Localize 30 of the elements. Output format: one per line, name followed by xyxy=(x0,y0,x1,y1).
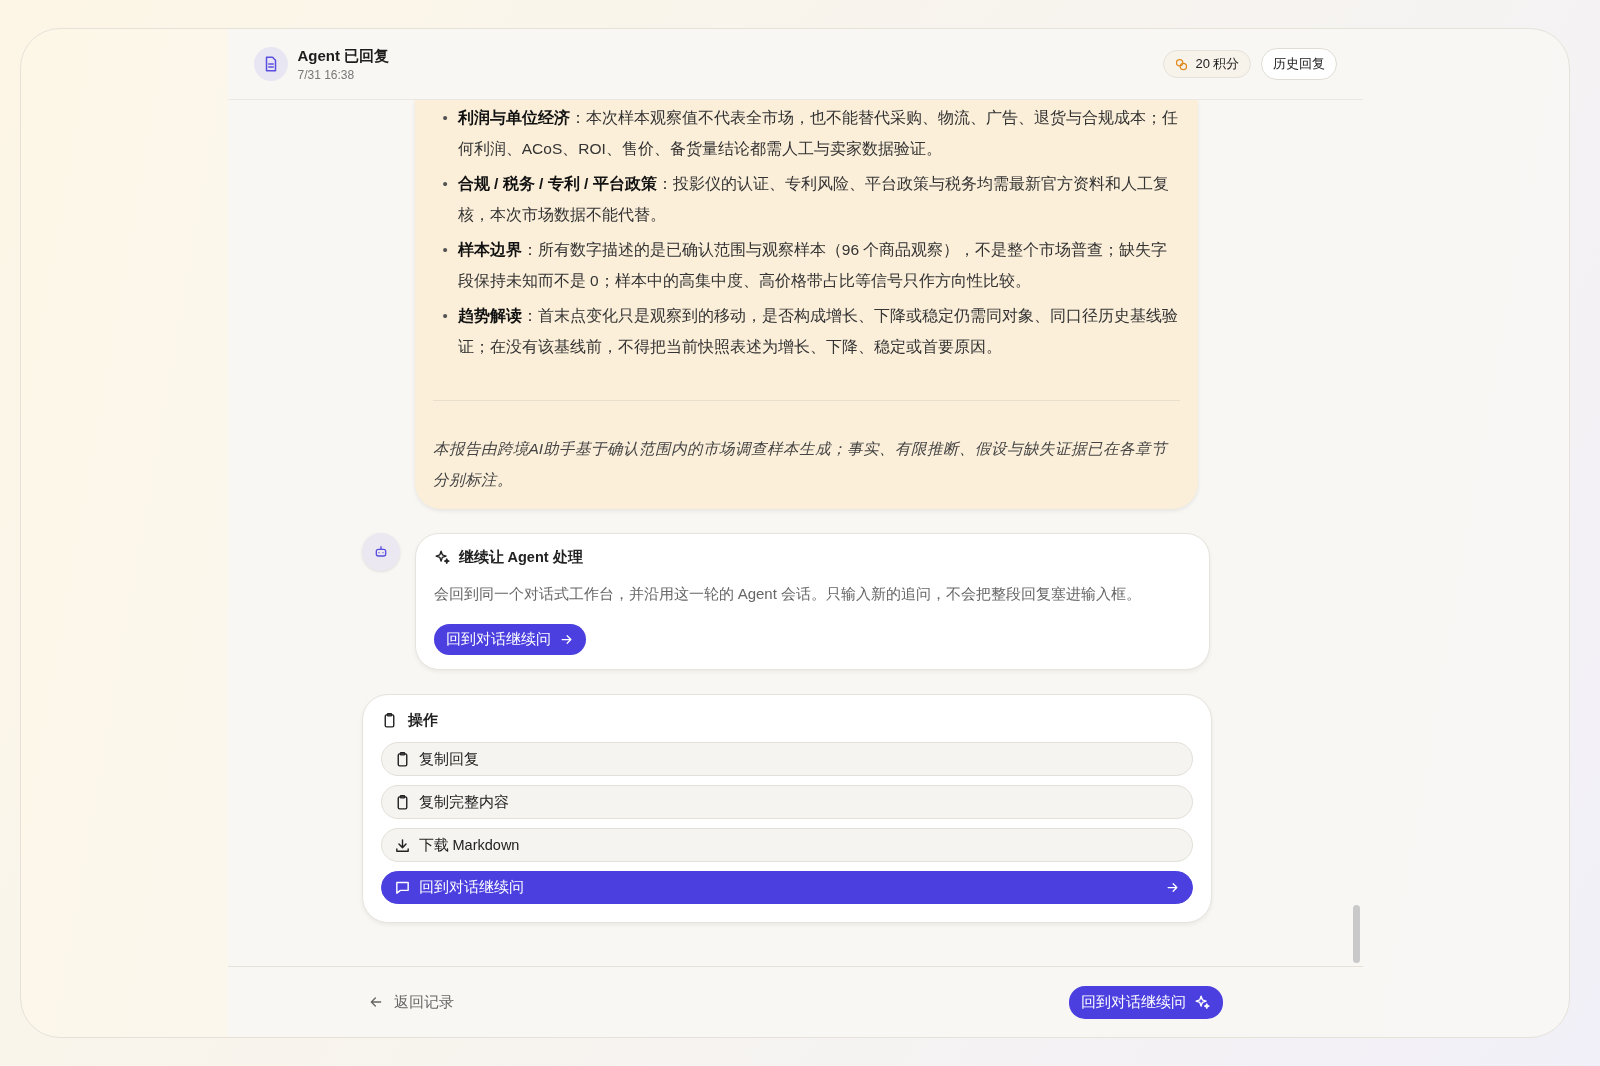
reply-title: Agent 已回复 xyxy=(297,46,390,66)
chat-icon xyxy=(393,879,411,896)
reply-timestamp: 7/31 16:38 xyxy=(297,67,356,82)
bullet-marker: • xyxy=(442,306,448,326)
agent-card-description: 会回到同一个对话式工作台，并沿用这一轮的 Agent 会话。只输入新的追问，不会把整段回复塞进输入框。 xyxy=(433,585,1143,604)
arrow-right-icon xyxy=(558,632,574,647)
continue-button[interactable]: 回到对话继续问 xyxy=(1068,985,1223,1019)
agent-card-title: 继续让 Agent 处理 xyxy=(458,548,583,567)
continue-button[interactable]: 回到对话继续问 xyxy=(433,624,586,655)
report-bullet: 趋势解读：首末点变化只是观察到的移动，是否构成增长、下降或稳定仍需同对象、同口径历史基线验证；在没有该基线前，不得把当前快照表述为增长、下降、稳定或首要原因。 xyxy=(457,306,1179,357)
download-icon xyxy=(393,836,411,854)
action-item[interactable]: 复制完整内容 xyxy=(380,785,1193,819)
action-item[interactable]: 下载 Markdown xyxy=(380,828,1193,862)
report-footnote: 本报告由跨境AI助手基于确认范围内的市场调查样本生成；事实、有限推断、假设与缺失证据已在各章节分别标注。 xyxy=(432,439,1170,490)
sparkle-icon xyxy=(1193,993,1211,1011)
action-item[interactable]: 复制回复 xyxy=(380,742,1193,776)
back-link[interactable]: 返回记录 xyxy=(361,991,460,1013)
credits-badge: 20 积分 xyxy=(1163,50,1251,78)
report-bullet: 样本边界：所有数字描述的是已确认范围与观察样本（96 个商品观察），不是整个市场普查；缺失字段保持未知而不是 0；样本中的高集中度、高价格带占比等信号只作方向性比较。 xyxy=(457,240,1169,291)
sparkle-icon xyxy=(433,549,451,566)
report-bullet: 合规 / 税务 / 专利 / 平台政策：投影仪的认证、专利风险、平台政策与税务均需最新官方资料和人工复核，本次市场数据不能代替。 xyxy=(457,174,1170,225)
bullet-marker: • xyxy=(442,108,448,128)
action-item[interactable]: 回到对话继续问 xyxy=(380,871,1193,904)
bullet-marker: • xyxy=(442,174,448,194)
arrow-right-icon xyxy=(1164,880,1180,895)
bullet-marker: • xyxy=(442,240,448,260)
report-bullet: 利润与单位经济：本次样本观察值不代表全市场，也不能替代采购、物流、广告、退货与合规成本；任何利润、ACoS、ROI、售价、备货量结论都需人工与卖家数据验证。 xyxy=(457,108,1179,159)
actions-title: 操作 xyxy=(407,711,438,730)
coins-icon xyxy=(1174,56,1190,72)
history-button[interactable]: 历史回复 xyxy=(1260,48,1337,80)
